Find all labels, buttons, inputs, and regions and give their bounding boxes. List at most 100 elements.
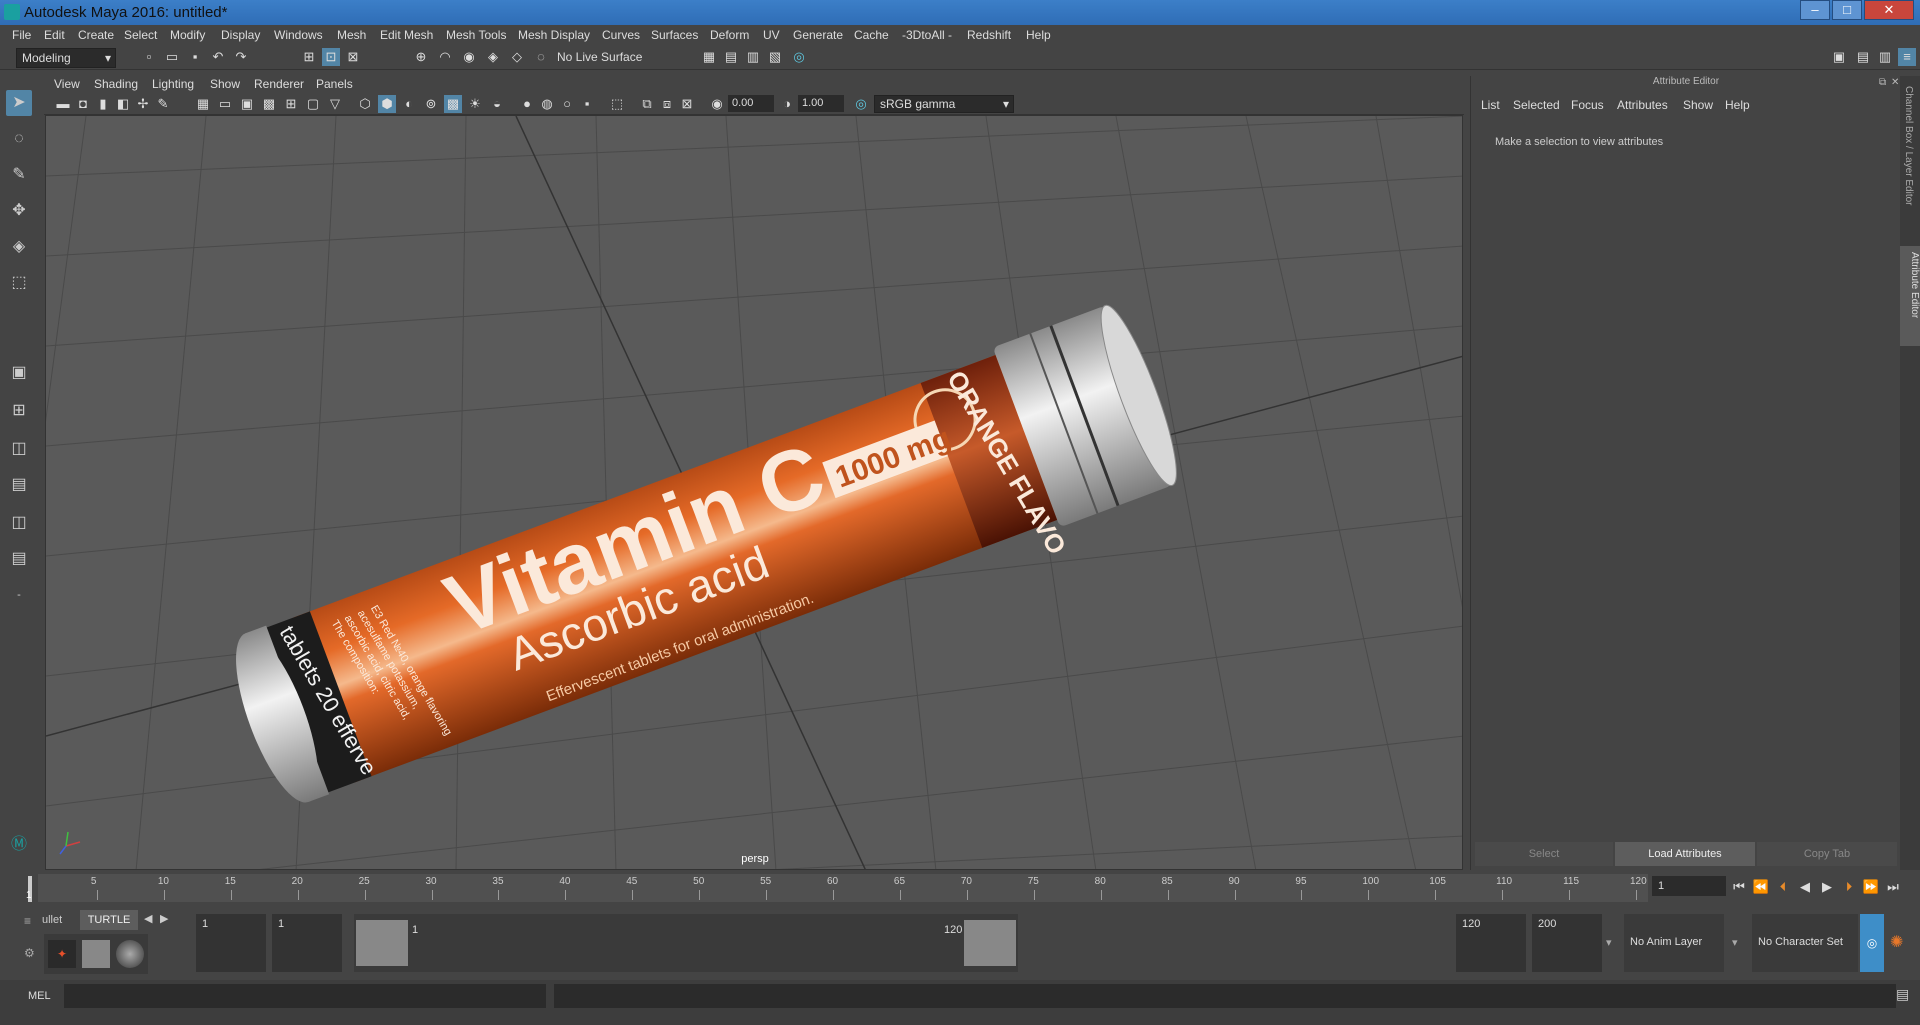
film-gate-icon[interactable]: ▭ — [216, 95, 234, 113]
workspace-icon[interactable]: ▤ — [1854, 48, 1872, 66]
chevron-down-icon[interactable]: ▾ — [1732, 936, 1738, 949]
vp-menu-show[interactable]: Show — [210, 77, 240, 91]
shelf-prev-icon[interactable]: ◀ — [144, 912, 152, 925]
xray-joints-icon[interactable]: ⧈ — [658, 95, 676, 113]
undo-icon[interactable]: ↶ — [209, 48, 227, 66]
modeling-toolkit-icon[interactable]: ▣ — [1830, 48, 1848, 66]
ae-menu-attributes[interactable]: Attributes — [1617, 98, 1668, 112]
playback-end-field[interactable]: 120 — [1456, 914, 1526, 972]
render-settings-icon[interactable]: ▧ — [766, 48, 784, 66]
shelf-settings-icon[interactable]: ⚙ — [24, 946, 35, 960]
tab-channel-box[interactable]: Channel Box / Layer Editor — [1903, 86, 1914, 206]
menu-cache[interactable]: Cache — [854, 28, 889, 42]
hypershade-layout-icon[interactable]: ▤ — [6, 546, 32, 572]
menu-mesh-tools[interactable]: Mesh Tools — [446, 28, 506, 42]
bookmark-icon[interactable]: ▮ — [94, 95, 112, 113]
shelf-next-icon[interactable]: ▶ — [160, 912, 168, 925]
auto-key-icon[interactable]: ◎ — [1860, 914, 1884, 972]
single-perspective-layout-icon[interactable]: ▣ — [6, 360, 32, 386]
outliner-layout-icon[interactable]: ▤ — [6, 472, 32, 498]
range-slider-start-handle[interactable] — [356, 920, 408, 966]
perspective-viewport[interactable]: Vitamin C Ascorbic acid 1000 mg Efferves… — [45, 115, 1463, 870]
channel-box-toggle-icon[interactable]: ≡ — [1898, 48, 1916, 66]
playback-start-field[interactable]: 1 — [272, 914, 342, 972]
color-management-icon[interactable]: ◎ — [852, 95, 870, 113]
copy-tab-button[interactable]: Copy Tab — [1757, 842, 1897, 866]
menu-help[interactable]: Help — [1026, 28, 1051, 42]
menu-generate[interactable]: Generate — [793, 28, 843, 42]
chevron-down-icon[interactable]: ▾ — [1606, 936, 1612, 949]
ae-menu-help[interactable]: Help — [1725, 98, 1750, 112]
camera-attributes-icon[interactable]: ◘ — [74, 95, 92, 113]
motion-blur-icon[interactable]: ◍ — [538, 95, 556, 113]
maximize-button[interactable]: □ — [1832, 0, 1862, 20]
close-button[interactable]: ✕ — [1864, 0, 1914, 20]
open-scene-icon[interactable]: ▭ — [163, 48, 181, 66]
ae-menu-selected[interactable]: Selected — [1513, 98, 1560, 112]
go-to-end-icon[interactable]: ⏭ — [1884, 878, 1902, 896]
render-frame-icon[interactable]: ▤ — [722, 48, 740, 66]
command-input[interactable] — [64, 984, 546, 1008]
anti-aliasing-icon[interactable]: ○ — [558, 95, 576, 113]
textured-icon[interactable]: ▩ — [444, 95, 462, 113]
lasso-tool-icon[interactable]: ◌ — [6, 126, 32, 152]
menu-mesh-display[interactable]: Mesh Display — [518, 28, 590, 42]
menu-edit-mesh[interactable]: Edit Mesh — [380, 28, 433, 42]
redo-icon[interactable]: ↷ — [232, 48, 250, 66]
range-slider-end-handle[interactable] — [964, 920, 1016, 966]
menu-mesh[interactable]: Mesh — [337, 28, 366, 42]
grid-toggle-icon[interactable]: ▦ — [194, 95, 212, 113]
2d-pan-zoom-icon[interactable]: ✢ — [134, 95, 152, 113]
mode-dropdown[interactable]: Modeling ▾ — [16, 48, 116, 68]
shelf-tab-turtle[interactable]: TURTLE — [80, 910, 138, 930]
collapse-toolbox-icon[interactable]: - — [6, 582, 32, 608]
vp-menu-renderer[interactable]: Renderer — [254, 77, 304, 91]
gate-mask-icon[interactable]: ▩ — [260, 95, 278, 113]
hypershade-icon[interactable]: ◎ — [790, 48, 808, 66]
save-scene-icon[interactable]: ▪ — [186, 48, 204, 66]
select-button[interactable]: Select — [1475, 842, 1613, 866]
menu-create[interactable]: Create — [78, 28, 114, 42]
safe-title-icon[interactable]: ▽ — [326, 95, 344, 113]
four-view-layout-icon[interactable]: ⊞ — [6, 398, 32, 424]
vp-menu-view[interactable]: View — [54, 77, 80, 91]
shadows-icon[interactable]: ◒ — [488, 95, 506, 113]
field-chart-icon[interactable]: ⊞ — [282, 95, 300, 113]
menu-edit[interactable]: Edit — [44, 28, 65, 42]
animation-prefs-icon[interactable]: ✺ — [1890, 932, 1903, 952]
select-tool-icon[interactable]: ➤ — [6, 90, 32, 116]
go-to-start-icon[interactable]: ⏮ — [1730, 878, 1748, 896]
default-material-icon[interactable]: ◐ — [400, 95, 418, 113]
snap-surface-icon[interactable]: ◇ — [508, 48, 526, 66]
resolution-gate-icon[interactable]: ▣ — [238, 95, 256, 113]
time-slider-track[interactable] — [38, 874, 1648, 902]
shelf-tab-bullet[interactable]: ullet — [42, 914, 62, 926]
vp-menu-shading[interactable]: Shading — [94, 77, 138, 91]
float-panel-icon[interactable]: ⧉ — [1879, 77, 1886, 88]
ae-menu-show[interactable]: Show — [1683, 98, 1713, 112]
select-hierarchy-icon[interactable]: ⊞ — [300, 48, 318, 66]
exposure-field[interactable]: 0.00 — [728, 95, 774, 112]
vp-menu-lighting[interactable]: Lighting — [152, 77, 194, 91]
tab-attribute-editor[interactable]: Attribute Editor — [1900, 246, 1920, 346]
move-tool-icon[interactable]: ✥ — [6, 198, 32, 224]
scale-tool-icon[interactable]: ⬚ — [6, 270, 32, 296]
snap-point-icon[interactable]: ◉ — [460, 48, 478, 66]
use-all-lights-icon[interactable]: ☀ — [466, 95, 484, 113]
step-back-key-icon[interactable]: ⏪ — [1752, 878, 1770, 896]
script-editor-icon[interactable]: ▤ — [1896, 986, 1909, 1003]
exposure-icon[interactable]: ◉ — [708, 95, 726, 113]
shelf-collapse-icon[interactable]: ≡ — [24, 914, 31, 928]
ambient-occlusion-icon[interactable]: ● — [518, 95, 536, 113]
image-plane-icon[interactable]: ◧ — [114, 95, 132, 113]
paint-select-icon[interactable]: ✎ — [6, 162, 32, 188]
camera-select-icon[interactable]: ▬ — [54, 95, 72, 113]
color-space-dropdown[interactable]: sRGB gamma ▾ — [874, 95, 1014, 113]
smooth-shade-icon[interactable]: ⬢ — [378, 95, 396, 113]
menu-select[interactable]: Select — [124, 28, 157, 42]
step-forward-key-icon[interactable]: ⏩ — [1862, 878, 1880, 896]
bullet-shelf-icon[interactable]: ✦ — [48, 940, 76, 968]
xray-components-icon[interactable]: ⊠ — [678, 95, 696, 113]
menu-redshift[interactable]: Redshift — [967, 28, 1011, 42]
close-panel-icon[interactable]: ✕ — [1891, 77, 1899, 88]
